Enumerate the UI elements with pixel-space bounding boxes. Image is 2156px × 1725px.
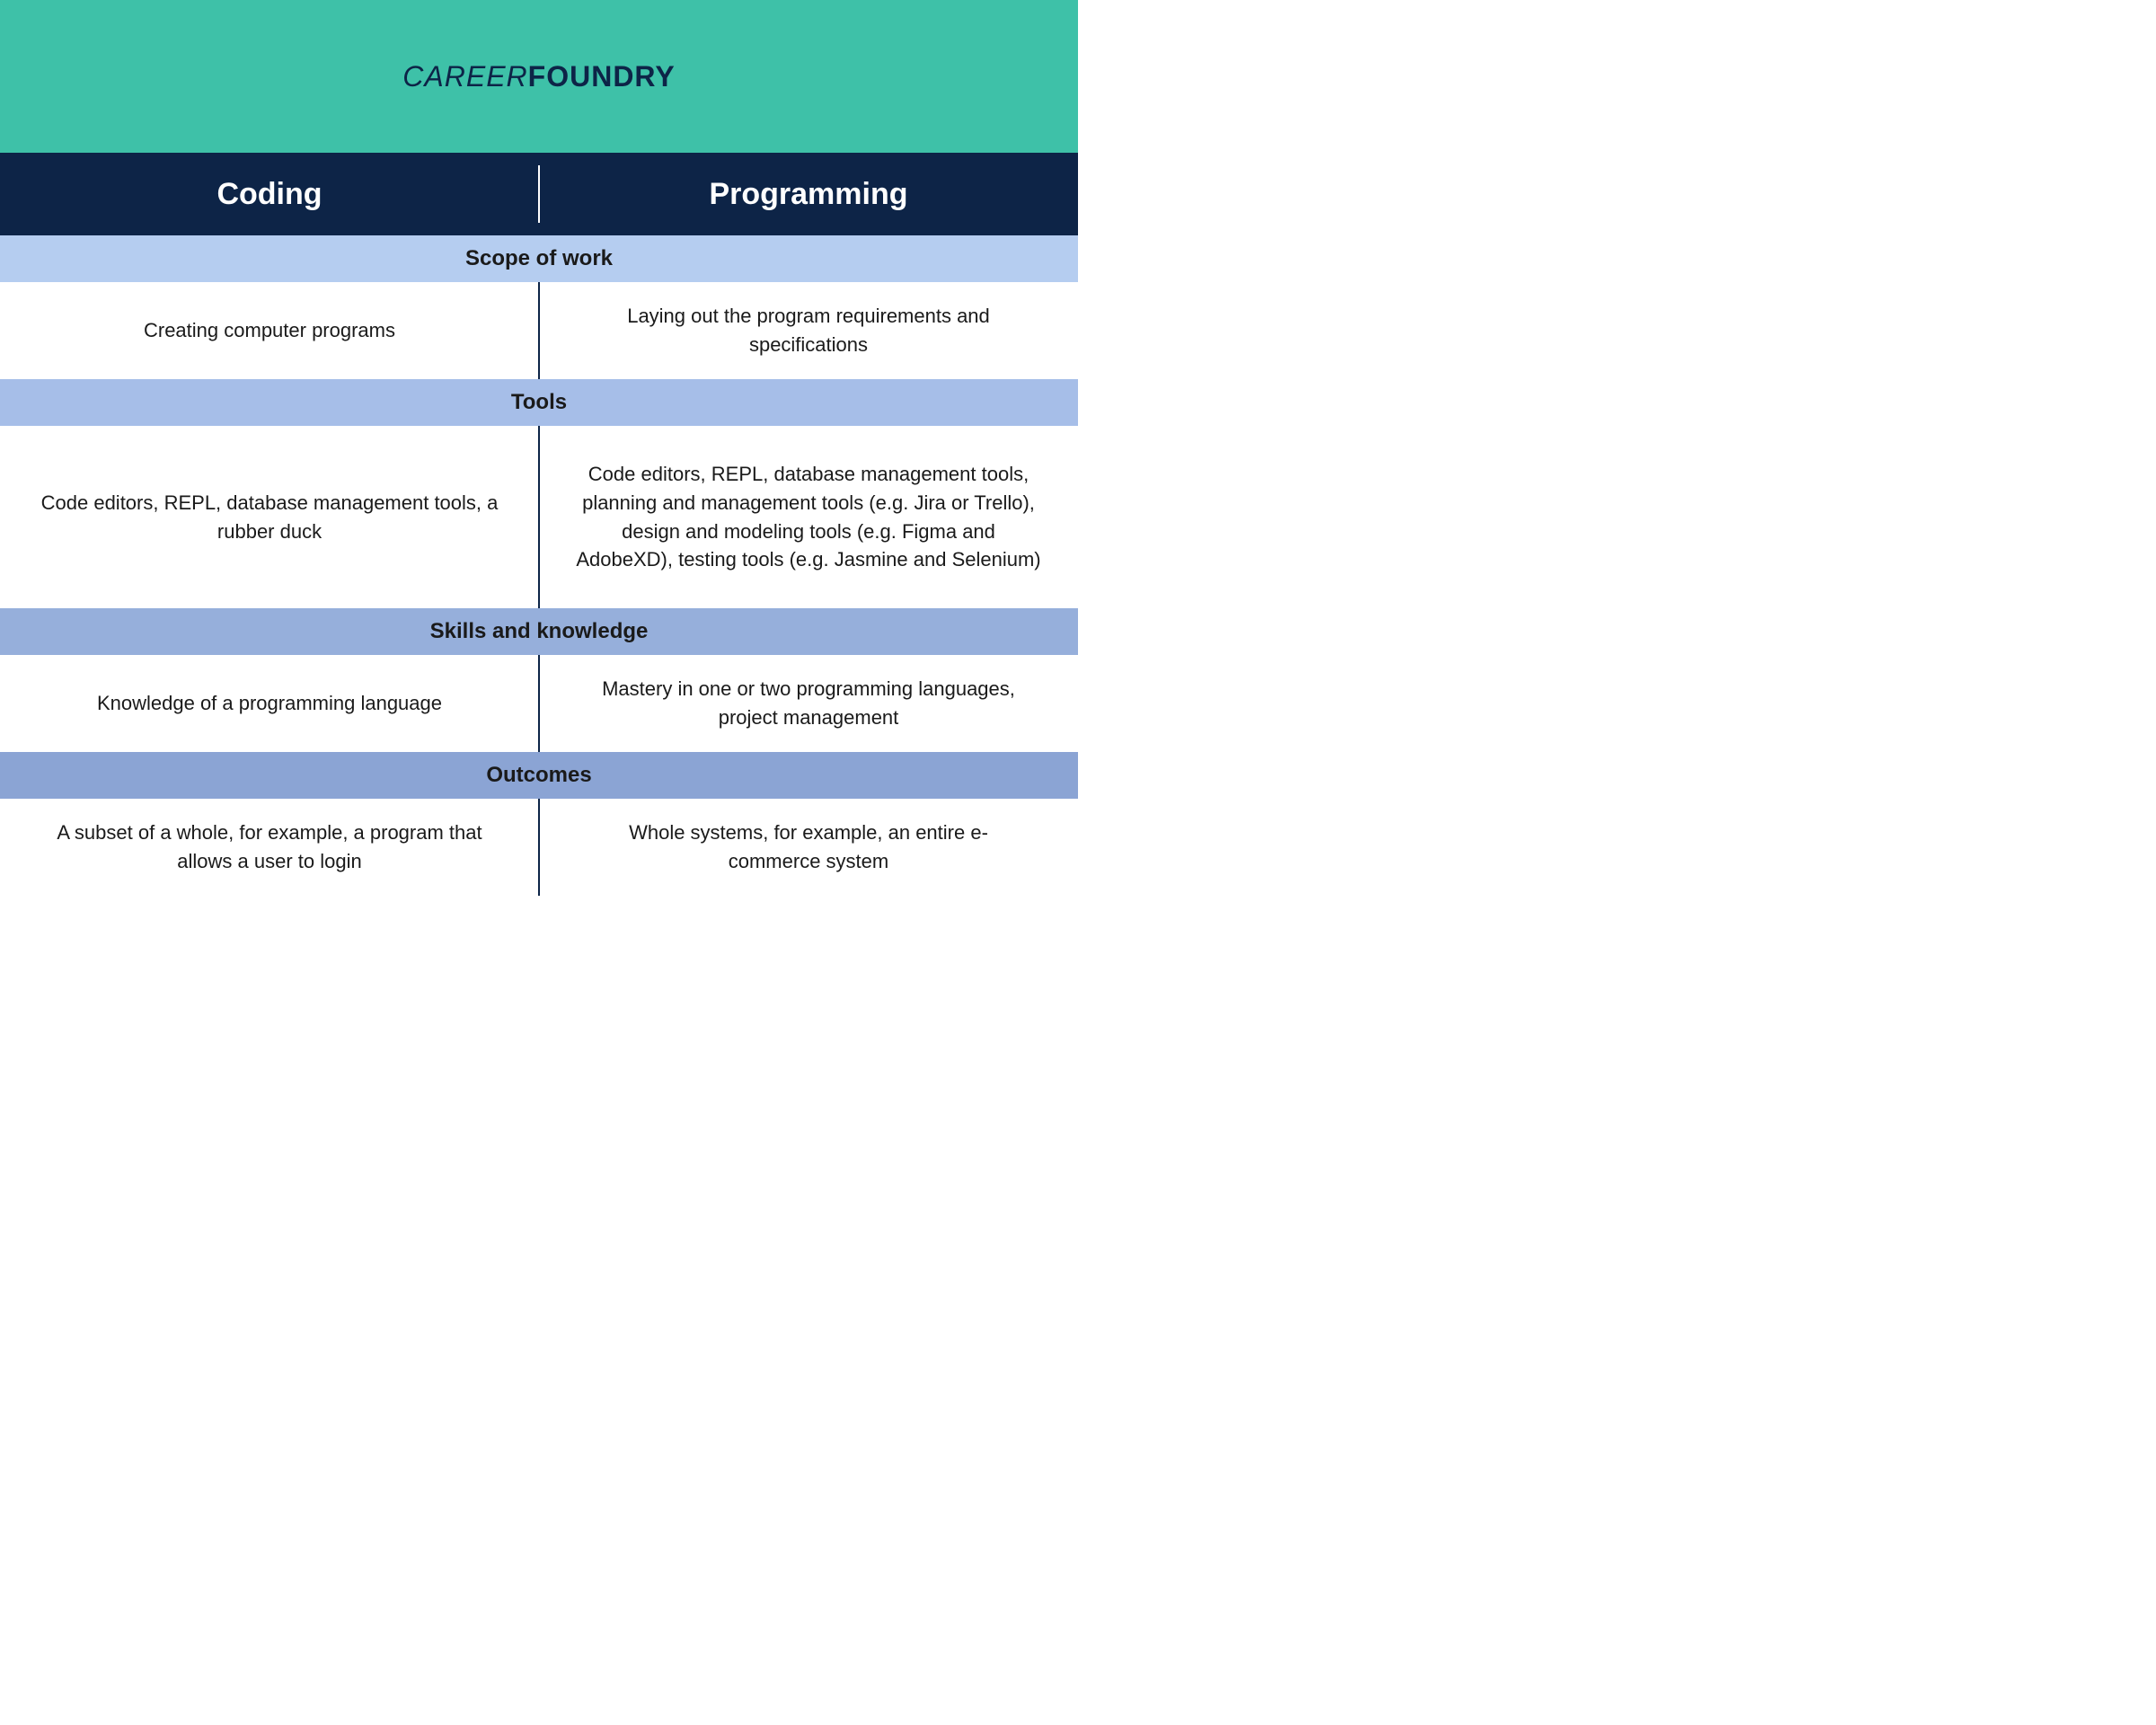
row-scope: Creating computer programs Laying out th… — [0, 282, 1078, 379]
section-header-outcomes: Outcomes — [0, 752, 1078, 799]
cell-scope-right: Laying out the program requirements and … — [539, 282, 1078, 379]
cell-tools-right: Code editors, REPL, database management … — [539, 426, 1078, 609]
logo-part1: CAREER — [402, 60, 527, 93]
cell-outcomes-left: A subset of a whole, for example, a prog… — [0, 799, 539, 896]
cell-skills-right: Mastery in one or two programming langua… — [539, 655, 1078, 752]
brand-header: CAREERFOUNDRY — [0, 0, 1078, 153]
comparison-table: CAREERFOUNDRY Coding Programming Scope o… — [0, 0, 1078, 896]
column-header-left: Coding — [0, 153, 539, 235]
column-header-right: Programming — [539, 153, 1078, 235]
logo: CAREERFOUNDRY — [402, 60, 675, 93]
row-tools: Code editors, REPL, database management … — [0, 426, 1078, 609]
row-outcomes: A subset of a whole, for example, a prog… — [0, 799, 1078, 896]
cell-skills-left: Knowledge of a programming language — [0, 655, 539, 752]
column-headers-row: Coding Programming — [0, 153, 1078, 235]
section-header-tools: Tools — [0, 379, 1078, 426]
cell-scope-left: Creating computer programs — [0, 282, 539, 379]
cell-tools-left: Code editors, REPL, database management … — [0, 426, 539, 609]
section-header-scope: Scope of work — [0, 235, 1078, 282]
cell-outcomes-right: Whole systems, for example, an entire e-… — [539, 799, 1078, 896]
logo-part2: FOUNDRY — [528, 60, 676, 93]
row-skills: Knowledge of a programming language Mast… — [0, 655, 1078, 752]
section-header-skills: Skills and knowledge — [0, 608, 1078, 655]
